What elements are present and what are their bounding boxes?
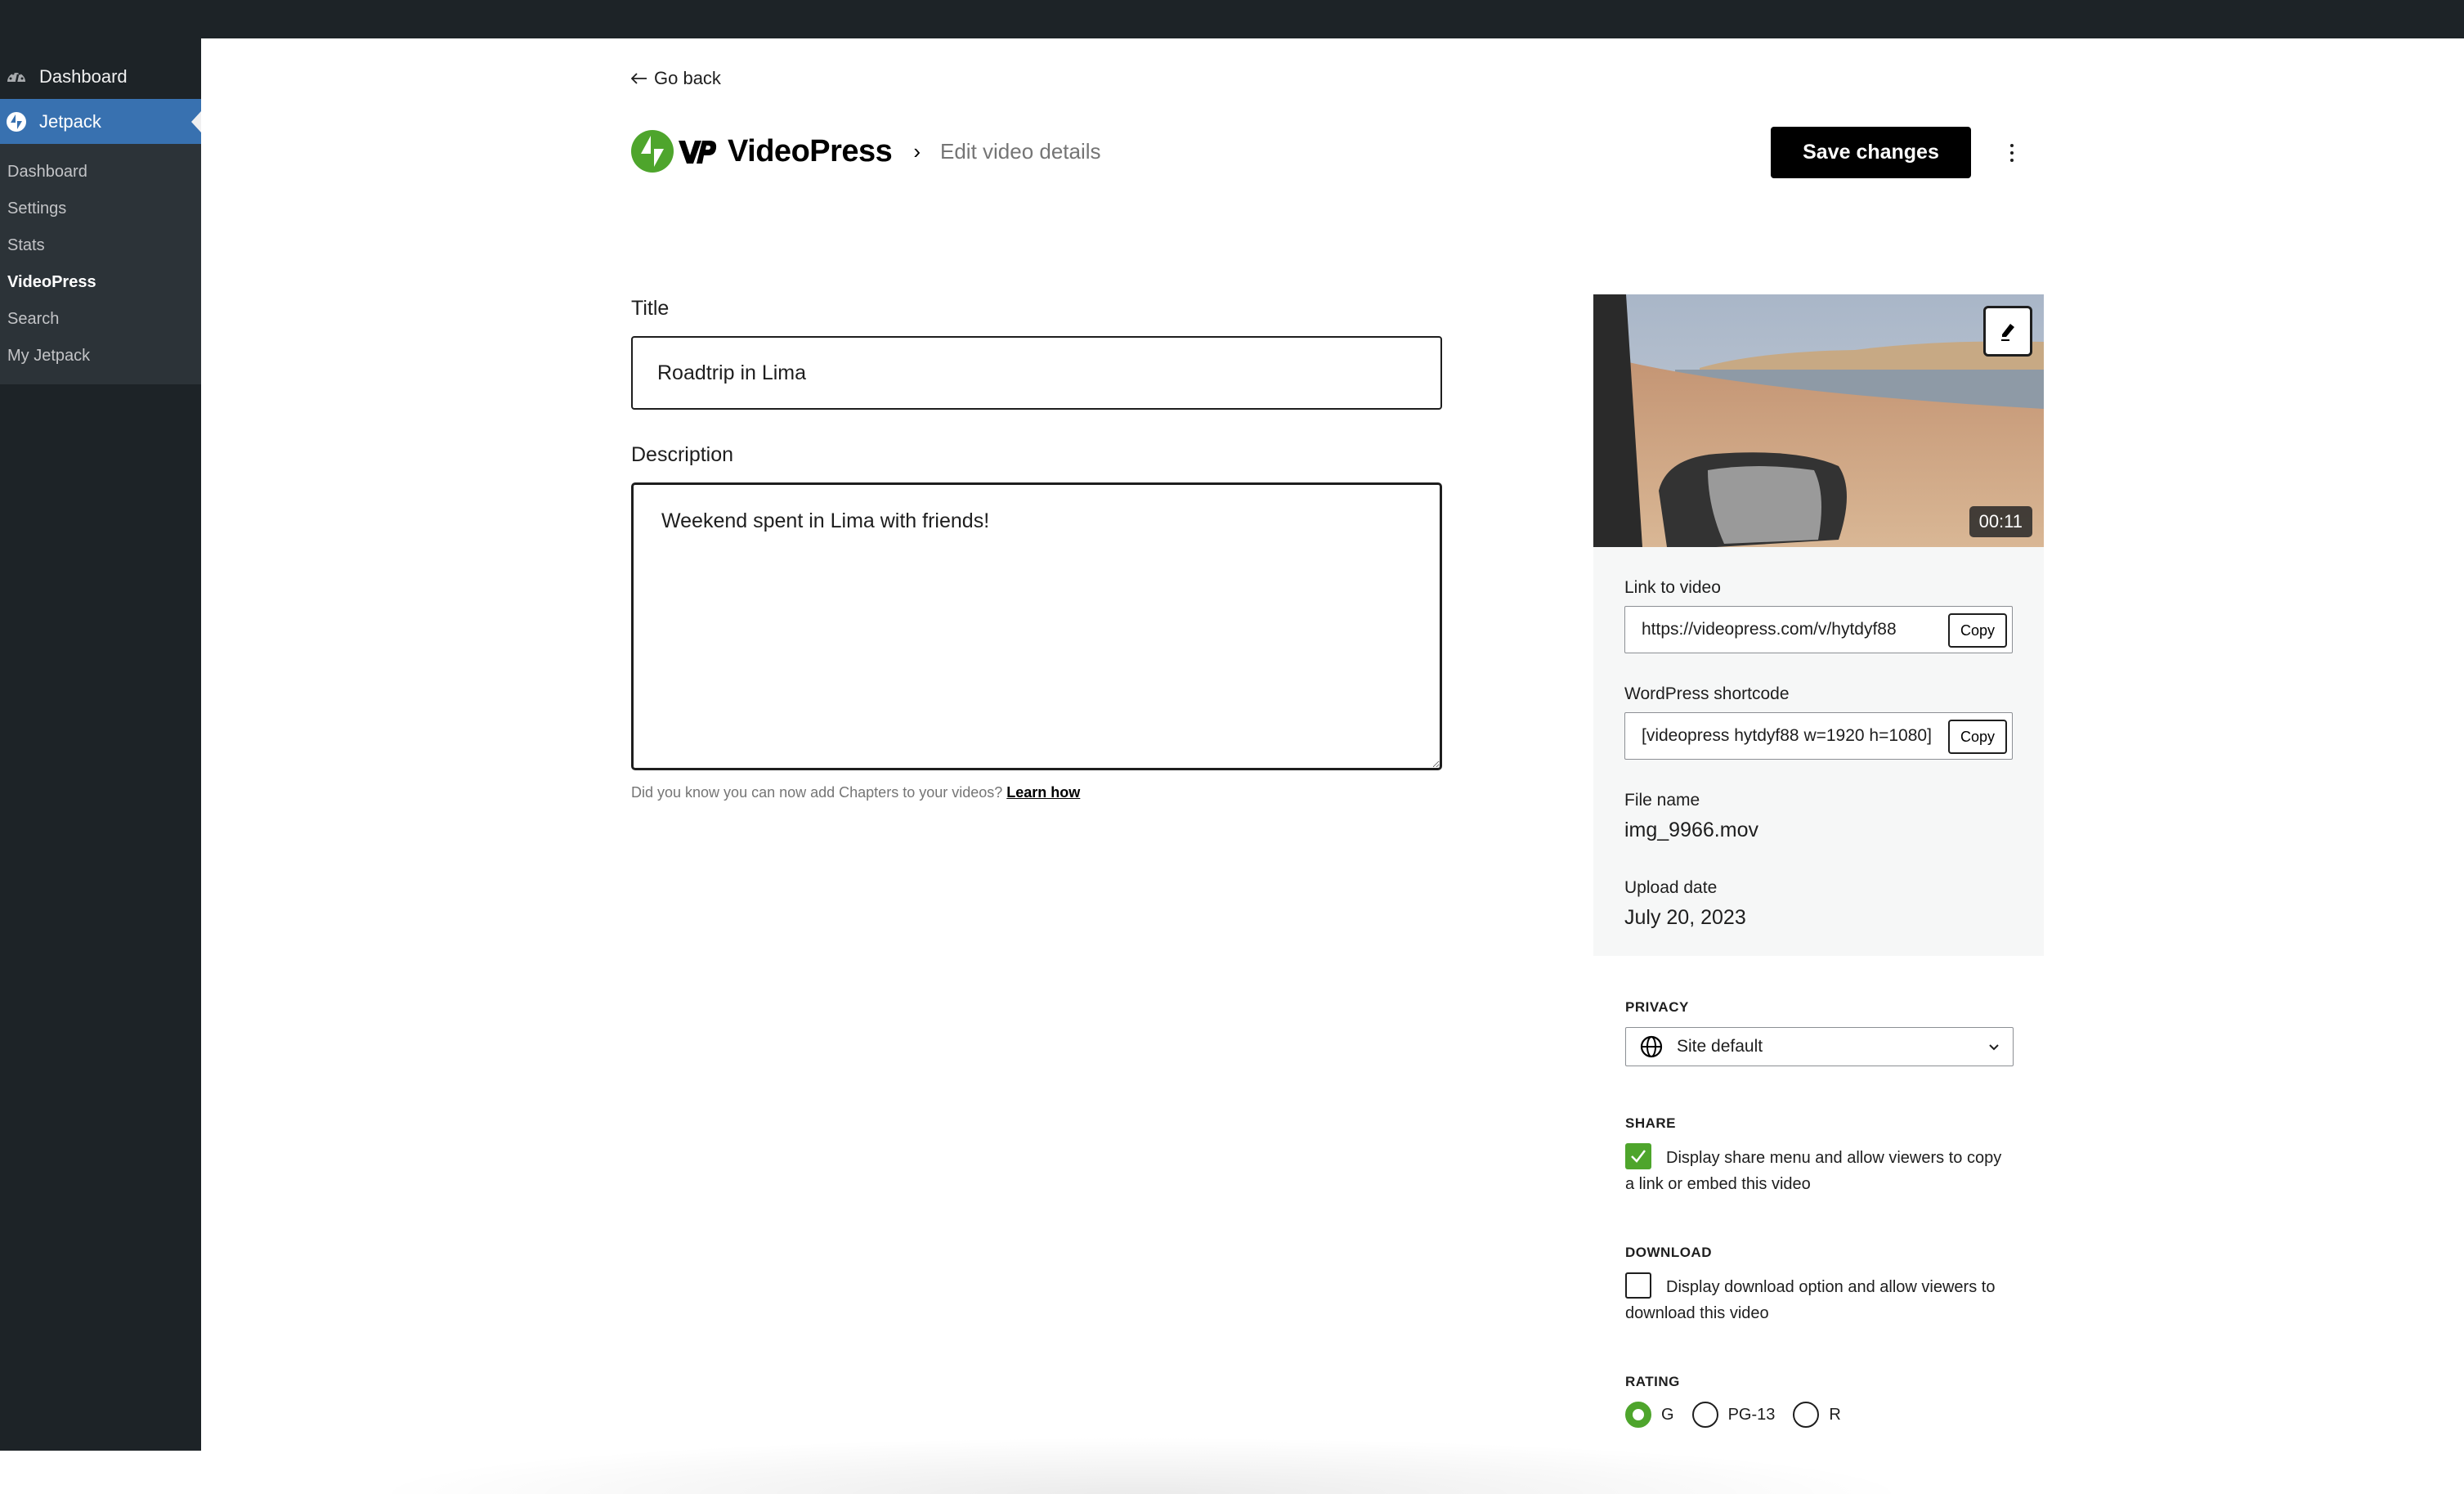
admin-top-bar bbox=[0, 0, 2464, 38]
brand-name: VideoPress bbox=[728, 133, 893, 168]
share-checkbox[interactable] bbox=[1625, 1143, 1651, 1169]
rating-option-g[interactable]: G bbox=[1625, 1402, 1674, 1428]
title-value: Roadtrip in Lima bbox=[657, 361, 807, 384]
file-name-value: img_9966.mov bbox=[1624, 819, 1758, 841]
description-textarea[interactable]: Weekend spent in Lima with friends! bbox=[631, 482, 1442, 770]
breadcrumb-chevron-icon: › bbox=[913, 138, 921, 164]
title-label: Title bbox=[631, 297, 670, 320]
videopress-logo: VideoPress bbox=[631, 130, 893, 173]
main-content: Go back VideoPress › Edit video details … bbox=[201, 38, 2464, 1494]
page-header: VideoPress › Edit video details bbox=[631, 127, 1101, 176]
radio-button[interactable] bbox=[1793, 1402, 1820, 1428]
dashboard-gauge-icon bbox=[5, 65, 28, 88]
upload-date-label: Upload date bbox=[1624, 878, 1718, 897]
video-settings: PRIVACY Site default SHARE Display share… bbox=[1625, 999, 2014, 1428]
sidebar-item-dashboard[interactable]: Dashboard bbox=[0, 54, 201, 99]
rating-radio-group: G PG-13 R bbox=[1625, 1402, 2014, 1428]
jetpack-logo-icon bbox=[631, 130, 674, 173]
rating-option-label: G bbox=[1661, 1405, 1674, 1424]
video-thumbnail[interactable]: 00:11 bbox=[1593, 294, 2044, 547]
share-label: SHARE bbox=[1625, 1115, 1677, 1131]
chevron-down-icon bbox=[1989, 1044, 1999, 1051]
video-link-field[interactable]: https://videopress.com/v/hytdyf88 Copy bbox=[1624, 606, 2013, 653]
radio-button[interactable] bbox=[1625, 1402, 1651, 1428]
shortcode-label: WordPress shortcode bbox=[1624, 684, 1790, 703]
pencil-icon bbox=[2001, 324, 2014, 341]
sidebar-item-label: Dashboard bbox=[39, 65, 128, 87]
video-link-value: https://videopress.com/v/hytdyf88 bbox=[1642, 620, 1897, 639]
go-back-label: Go back bbox=[654, 68, 721, 88]
video-details-panel: 00:11 Link to video https://videopress.c… bbox=[1593, 294, 2044, 956]
download-option: Display download option and allow viewer… bbox=[1625, 1272, 2014, 1326]
checkmark-icon bbox=[1631, 1150, 1646, 1163]
go-back-link[interactable]: Go back bbox=[630, 68, 721, 89]
copy-link-button[interactable]: Copy bbox=[1948, 613, 2007, 648]
submenu-item-videopress[interactable]: VideoPress bbox=[0, 264, 201, 301]
sidebar-item-label: Jetpack bbox=[39, 110, 101, 132]
active-indicator bbox=[191, 111, 201, 132]
share-text: Display share menu and allow viewers to … bbox=[1625, 1149, 2002, 1193]
rating-option-r[interactable]: R bbox=[1793, 1402, 1841, 1428]
upload-date-value: July 20, 2023 bbox=[1624, 906, 1746, 929]
description-label: Description bbox=[631, 443, 734, 466]
title-input[interactable]: Roadtrip in Lima bbox=[631, 336, 1442, 410]
copy-shortcode-button[interactable]: Copy bbox=[1948, 720, 2007, 754]
more-options-icon[interactable] bbox=[2000, 135, 2024, 171]
vp-mark-icon bbox=[679, 141, 717, 164]
submenu-item-settings[interactable]: Settings bbox=[0, 191, 201, 227]
submenu-item-stats[interactable]: Stats bbox=[0, 227, 201, 264]
jetpack-icon bbox=[5, 110, 28, 133]
edit-thumbnail-button[interactable] bbox=[1983, 306, 2032, 357]
learn-how-link[interactable]: Learn how bbox=[1006, 784, 1080, 801]
breadcrumb-current: Edit video details bbox=[939, 138, 1101, 164]
submenu-item-search[interactable]: Search bbox=[0, 301, 201, 338]
radio-button[interactable] bbox=[1691, 1402, 1718, 1428]
share-option: Display share menu and allow viewers to … bbox=[1625, 1143, 2014, 1197]
video-duration-badge: 00:11 bbox=[1969, 506, 2032, 537]
privacy-select[interactable]: Site default bbox=[1625, 1027, 2014, 1066]
download-checkbox[interactable] bbox=[1625, 1272, 1651, 1299]
file-name-label: File name bbox=[1624, 791, 1700, 810]
arrow-left-icon bbox=[630, 68, 647, 89]
rating-option-pg13[interactable]: PG-13 bbox=[1691, 1402, 1776, 1428]
download-text: Display download option and allow viewer… bbox=[1625, 1278, 1996, 1322]
admin-sidebar: Dashboard Jetpack Dashboard Settings Sta… bbox=[0, 38, 201, 1451]
privacy-value: Site default bbox=[1677, 1037, 1763, 1056]
privacy-label: PRIVACY bbox=[1625, 999, 1689, 1015]
hint-text: Did you know you can now add Chapters to… bbox=[631, 784, 1003, 801]
rating-option-label: R bbox=[1829, 1405, 1841, 1424]
link-label: Link to video bbox=[1624, 578, 1721, 597]
submenu-item-dashboard[interactable]: Dashboard bbox=[0, 154, 201, 191]
footer-shadow bbox=[365, 1437, 1918, 1494]
globe-icon bbox=[1640, 1035, 1663, 1058]
jetpack-submenu: Dashboard Settings Stats VideoPress Sear… bbox=[0, 144, 201, 384]
shortcode-field[interactable]: [videopress hytdyf88 w=1920 h=1080] Copy bbox=[1624, 712, 2013, 760]
rating-option-label: PG-13 bbox=[1727, 1405, 1776, 1424]
video-meta: Link to video https://videopress.com/v/h… bbox=[1593, 547, 2044, 956]
sidebar-item-jetpack[interactable]: Jetpack bbox=[0, 99, 201, 144]
submenu-item-my-jetpack[interactable]: My Jetpack bbox=[0, 338, 201, 375]
rating-label: RATING bbox=[1625, 1374, 1680, 1389]
download-label: DOWNLOAD bbox=[1625, 1245, 1712, 1260]
chapters-hint: Did you know you can now add Chapters to… bbox=[631, 784, 1080, 801]
shortcode-value: [videopress hytdyf88 w=1920 h=1080] bbox=[1642, 726, 1932, 745]
save-changes-button[interactable]: Save changes bbox=[1771, 127, 1971, 178]
